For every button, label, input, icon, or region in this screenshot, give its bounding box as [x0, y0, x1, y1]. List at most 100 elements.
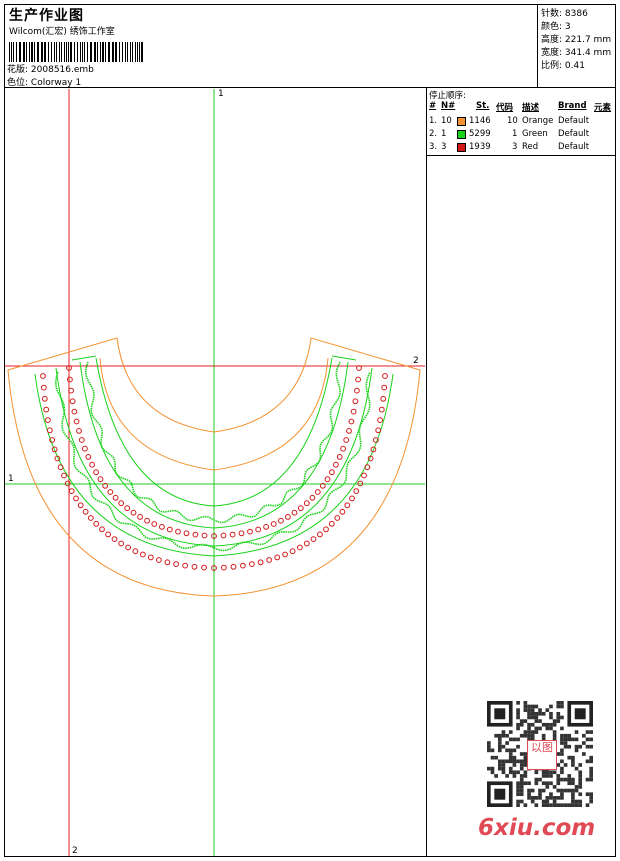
- red-bead: [43, 406, 50, 413]
- red-bead: [105, 531, 111, 538]
- design-specs: 针数: 8386 颜色: 3 高度: 221.7 mm 宽度: 341.4 mm…: [538, 4, 616, 88]
- red-bead: [282, 551, 289, 558]
- column-header-brand: Brand: [558, 101, 587, 111]
- red-bead: [375, 427, 382, 434]
- green-wave-row: [84, 361, 341, 524]
- red-bead: [323, 526, 329, 533]
- column-header-stitches: St.: [476, 101, 490, 111]
- color-swatch: [457, 117, 466, 126]
- red-bead: [297, 544, 303, 551]
- red-bead: [118, 540, 125, 547]
- red-bead: [40, 373, 46, 379]
- color-swatch: [457, 130, 466, 139]
- spec-height: 高度: 221.7 mm: [541, 35, 612, 45]
- red-bead: [263, 524, 270, 530]
- red-bead: [270, 521, 277, 527]
- red-bead: [41, 395, 48, 402]
- red-bead: [382, 373, 388, 379]
- qr-seal: 以图: [527, 740, 557, 770]
- red-bead: [297, 505, 304, 512]
- colorway-name: Colorway 1: [30, 78, 82, 88]
- red-bead: [340, 445, 347, 452]
- design-line: 花版: 2008516.emb: [7, 62, 94, 75]
- red-bead: [310, 536, 317, 542]
- red-bead: [230, 563, 237, 570]
- red-bead: [255, 526, 262, 533]
- stop-sequence-title: 停止顺序:: [429, 91, 466, 101]
- red-bead: [183, 530, 190, 537]
- design-label: 花版:: [7, 65, 29, 75]
- watermark-logo: 6xiu.com: [478, 815, 596, 841]
- stop-sequence-panel: 停止顺序: # N# St. 代码 描述 Brand 元素 1. 10 1146…: [426, 88, 616, 156]
- red-bead: [343, 437, 350, 443]
- spec-stitches: 针数: 8386: [541, 9, 588, 19]
- red-bead: [182, 562, 189, 569]
- red-bead: [87, 515, 94, 521]
- red-bead: [125, 544, 132, 551]
- red-bead: [82, 445, 88, 452]
- red-bead: [303, 500, 310, 507]
- red-bead: [317, 531, 323, 538]
- red-bead: [278, 517, 284, 524]
- red-bead: [99, 526, 105, 533]
- red-bead: [76, 428, 82, 434]
- red-bead: [132, 548, 139, 555]
- red-bead: [175, 528, 181, 535]
- red-bead: [339, 508, 346, 515]
- red-bead: [82, 508, 89, 515]
- red-bead: [40, 384, 47, 391]
- red-bead: [238, 530, 245, 537]
- red-bead: [140, 551, 146, 558]
- red-bead: [68, 488, 75, 495]
- red-bead: [151, 521, 158, 527]
- red-bead: [144, 517, 151, 524]
- red-bead: [89, 461, 95, 468]
- red-bead: [71, 408, 78, 415]
- red-bead: [107, 489, 114, 495]
- red-bead: [61, 472, 67, 479]
- red-bead: [328, 520, 335, 527]
- column-header-index: #: [429, 101, 437, 111]
- red-bead: [93, 520, 100, 527]
- colorway-label: 色位:: [7, 78, 29, 88]
- red-bead: [309, 494, 316, 501]
- red-bead: [112, 494, 119, 501]
- column-header-description: 描述: [522, 103, 540, 113]
- design-canvas[interactable]: [5, 89, 425, 856]
- red-bead: [354, 387, 360, 394]
- red-bead: [93, 469, 99, 476]
- guide-label-vertical-red: 2: [72, 846, 78, 856]
- red-bead: [73, 495, 79, 502]
- table-row[interactable]: 3. 3 1939 3 Red Default: [427, 142, 615, 154]
- column-divider: [426, 156, 427, 857]
- red-bead: [346, 428, 352, 434]
- spec-colors: 颜色: 3: [541, 22, 571, 32]
- red-bead: [324, 476, 331, 483]
- table-row[interactable]: 2. 1 5299 1 Green Default: [427, 129, 615, 141]
- red-bead: [156, 557, 162, 563]
- barcode: [9, 42, 143, 62]
- red-bead: [118, 500, 125, 507]
- column-header-code: 代码: [496, 103, 514, 113]
- guide-label-vertical-green: 1: [218, 89, 224, 99]
- spec-scale: 比例: 0.41: [541, 61, 585, 71]
- red-bead: [111, 536, 118, 542]
- design-file-name: 2008516.emb: [30, 65, 94, 75]
- red-bead: [380, 395, 387, 402]
- red-bead: [85, 454, 92, 460]
- red-bead: [221, 564, 227, 571]
- red-bead: [77, 502, 84, 509]
- red-bead: [336, 454, 343, 460]
- red-bead: [173, 561, 180, 567]
- red-bead: [166, 526, 173, 533]
- red-bead: [159, 524, 165, 530]
- red-bead: [344, 502, 351, 509]
- colorway-line: 色位: Colorway 1: [7, 75, 81, 88]
- red-bead: [78, 437, 85, 443]
- red-bead: [334, 515, 341, 521]
- red-bead: [314, 489, 321, 495]
- red-bead: [220, 532, 227, 539]
- table-row[interactable]: 1. 10 1146 10 Orange Default: [427, 116, 615, 128]
- header-info: 生产作业图 Wilcom(汇宏) 绣饰工作室 花版: 2008516.emb 色…: [4, 4, 538, 88]
- column-header-element: 元素: [594, 103, 612, 113]
